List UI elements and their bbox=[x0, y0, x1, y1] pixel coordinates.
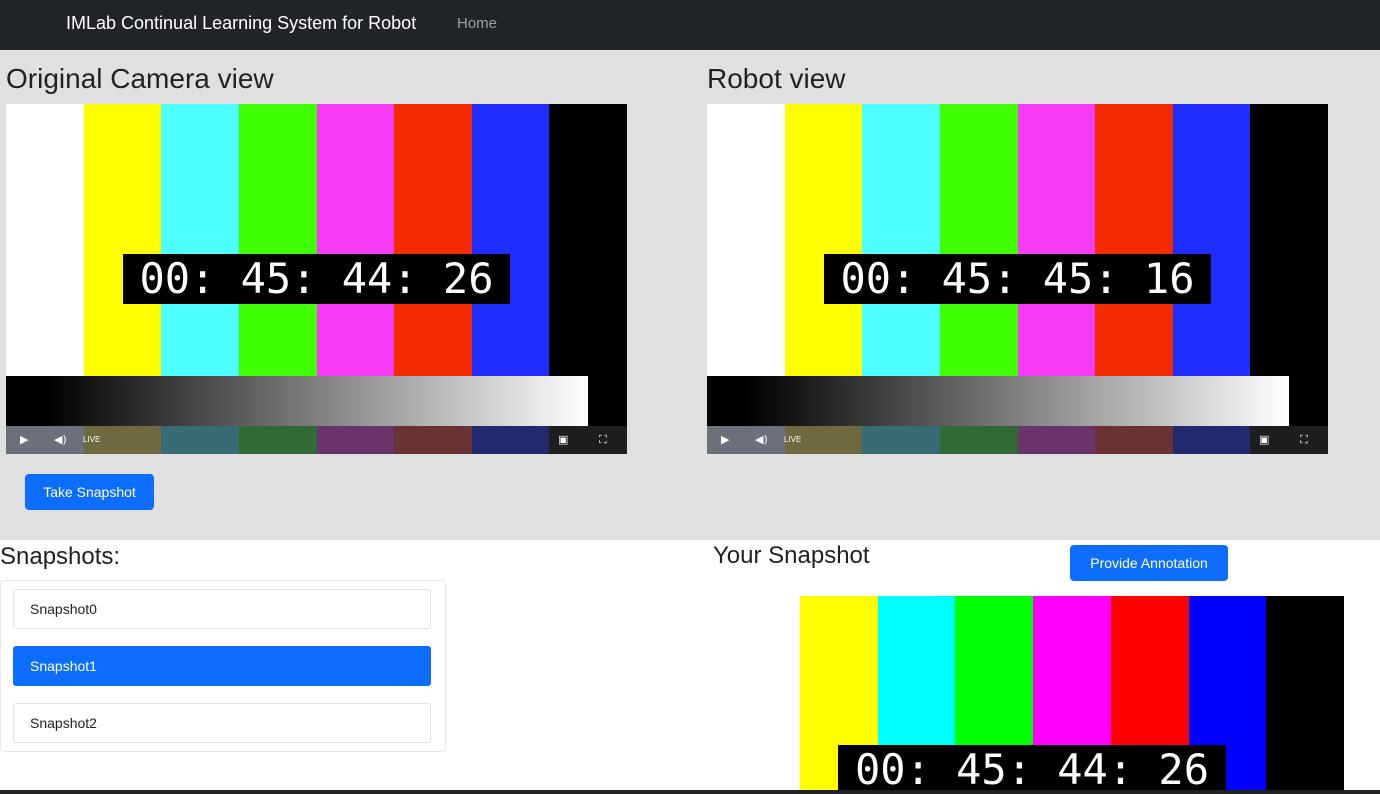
color-bar bbox=[161, 104, 239, 376]
snapshot-list-item[interactable]: Snapshot1 bbox=[13, 646, 431, 686]
robot-view-video[interactable]: 00: 45: 45: 16 ▶ ◀) LIVE ▣ ⛶ bbox=[707, 104, 1328, 454]
snapshot-image: 00: 45: 44: 26 bbox=[800, 596, 1344, 790]
provide-annotation-button[interactable]: Provide Annotation bbox=[1070, 545, 1228, 581]
fullscreen-icon[interactable]: ⛶ bbox=[599, 426, 607, 454]
color-bar bbox=[1017, 104, 1096, 376]
picture-in-picture-icon[interactable]: ▣ bbox=[558, 426, 568, 454]
color-bars bbox=[707, 104, 1328, 376]
original-view-title: Original Camera view bbox=[6, 63, 274, 94]
grayscale-gradient bbox=[45, 376, 588, 426]
nav-link-home[interactable]: Home bbox=[457, 15, 497, 32]
play-icon[interactable]: ▶ bbox=[721, 426, 729, 454]
timecode: 00: 45: 44: 26 bbox=[123, 254, 510, 304]
video-controls: ▶ ◀) LIVE ▣ ⛶ bbox=[707, 426, 1328, 454]
color-bar bbox=[549, 104, 627, 376]
take-snapshot-button[interactable]: Take Snapshot bbox=[25, 474, 154, 510]
snapshot-list: Snapshot0 Snapshot1 Snapshot2 bbox=[0, 580, 446, 752]
snapshot-list-item[interactable]: Snapshot0 bbox=[13, 589, 431, 629]
color-bar bbox=[784, 104, 863, 376]
color-bar bbox=[862, 104, 940, 376]
color-bar bbox=[83, 104, 162, 376]
original-camera-video[interactable]: 00: 45: 44: 26 ▶ ◀) LIVE ▣ ⛶ bbox=[6, 104, 627, 454]
navbar-brand[interactable]: IMLab Continual Learning System for Robo… bbox=[66, 13, 416, 34]
volume-icon[interactable]: ◀) bbox=[755, 426, 768, 454]
color-bars bbox=[6, 104, 627, 376]
grayscale-gradient bbox=[746, 376, 1289, 426]
play-icon[interactable]: ▶ bbox=[20, 426, 28, 454]
navbar: IMLab Continual Learning System for Robo… bbox=[0, 0, 1380, 50]
color-bar bbox=[1095, 104, 1173, 376]
color-bar bbox=[1250, 104, 1328, 376]
timecode: 00: 45: 44: 26 bbox=[838, 745, 1226, 790]
color-bar bbox=[1172, 104, 1251, 376]
picture-in-picture-icon[interactable]: ▣ bbox=[1259, 426, 1269, 454]
snapshot-list-item[interactable]: Snapshot2 bbox=[13, 703, 431, 743]
color-bar bbox=[6, 104, 84, 376]
live-indicator: LIVE bbox=[83, 435, 101, 444]
snapshots-title: Snapshots: bbox=[0, 543, 121, 570]
color-bar bbox=[394, 104, 472, 376]
viewer-section: Original Camera view Robot view 00: 45: … bbox=[0, 50, 1380, 540]
color-bar bbox=[316, 104, 395, 376]
color-bar bbox=[939, 104, 1018, 376]
page-bottom-border bbox=[0, 790, 1380, 794]
video-controls: ▶ ◀) LIVE ▣ ⛶ bbox=[6, 426, 627, 454]
color-bar bbox=[707, 104, 785, 376]
color-bar bbox=[1266, 596, 1344, 790]
timecode: 00: 45: 45: 16 bbox=[824, 254, 1211, 304]
live-indicator: LIVE bbox=[784, 435, 802, 444]
fullscreen-icon[interactable]: ⛶ bbox=[1300, 426, 1308, 454]
color-bar bbox=[471, 104, 550, 376]
your-snapshot-title: Your Snapshot bbox=[713, 542, 870, 569]
color-bar bbox=[238, 104, 317, 376]
robot-view-title: Robot view bbox=[707, 63, 846, 94]
volume-icon[interactable]: ◀) bbox=[54, 426, 67, 454]
